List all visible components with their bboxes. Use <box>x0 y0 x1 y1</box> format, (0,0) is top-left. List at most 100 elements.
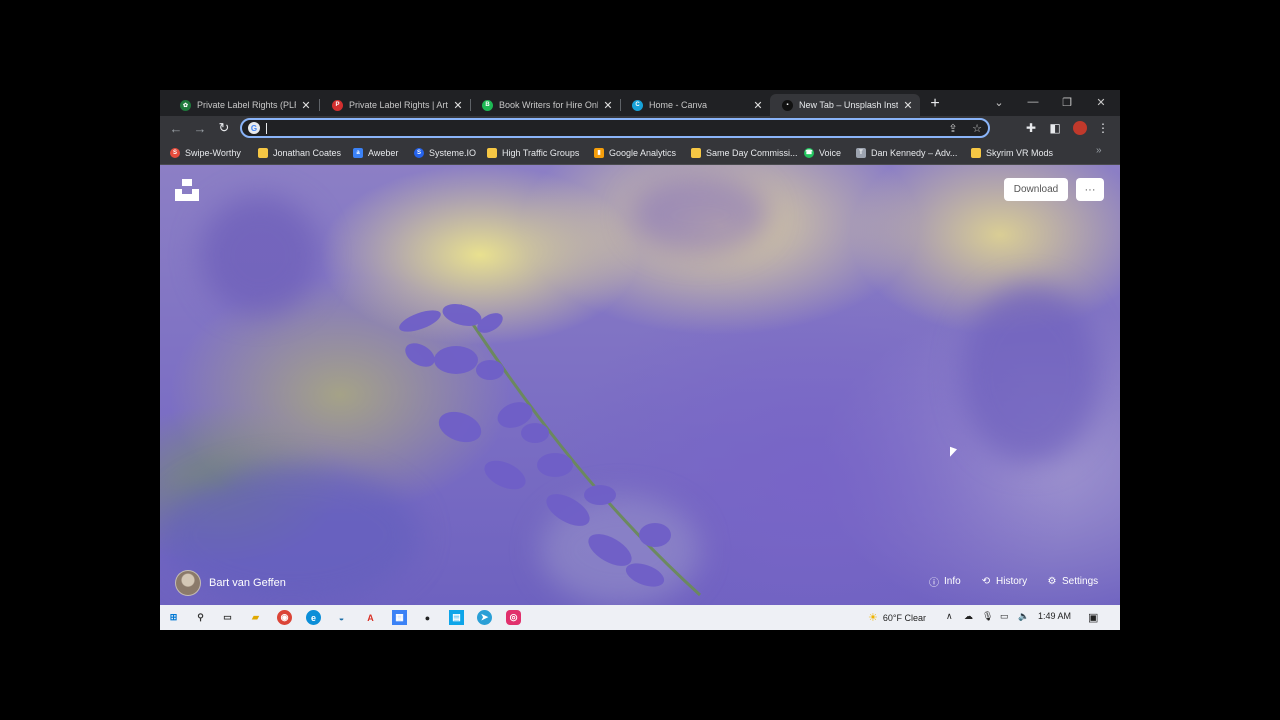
bookmark-google-analytics[interactable]: ▮ Google Analytics <box>594 146 676 159</box>
bookmark-label: Jonathan Coates <box>273 147 342 158</box>
browser-toolbar: ← → ↻ G ⇪ ☆ ✚ ◧ ⋮ <box>160 116 1120 140</box>
bookmark-skyrim-vr-mods[interactable]: Skyrim VR Mods <box>971 146 1053 159</box>
plant-icon: ✿ <box>180 99 191 111</box>
photographer-credit[interactable]: Bart van Geffen <box>175 570 286 596</box>
plr-icon: P <box>332 99 343 111</box>
more-options-button[interactable]: ··· <box>1076 178 1104 201</box>
weather-icon: ☀ <box>868 612 878 624</box>
google-icon: G <box>248 122 260 134</box>
share-icon[interactable]: ⇪ <box>946 121 960 135</box>
tab-book-writers[interactable]: B Book Writers for Hire Onl... ✕ <box>470 94 620 116</box>
forward-icon[interactable]: → <box>191 119 209 137</box>
close-icon[interactable]: ✕ <box>602 99 614 112</box>
app-icon[interactable]: ▤ <box>449 610 464 625</box>
acrobat-icon[interactable]: A <box>363 610 378 625</box>
restore-icon[interactable]: ❐ <box>1050 92 1084 112</box>
close-icon[interactable]: ✕ <box>452 99 464 112</box>
store-icon[interactable]: ▦ <box>392 610 407 625</box>
network-icon[interactable]: ▭ <box>1000 611 1009 622</box>
chrome-icon[interactable]: ◉ <box>277 610 292 625</box>
edge-icon[interactable]: e <box>306 610 321 625</box>
tab-title: New Tab – Unsplash Insta... <box>799 100 898 110</box>
file-explorer-icon[interactable]: ▰ <box>248 610 263 625</box>
back-icon[interactable]: ← <box>167 119 185 137</box>
tab-strip: ✿ Private Label Rights (PLR... ✕ P Priva… <box>160 90 1120 116</box>
canva-icon: C <box>632 99 643 111</box>
weather-widget[interactable]: ☀ 60°F Clear <box>868 611 926 624</box>
close-icon[interactable]: ✕ <box>902 99 914 112</box>
analytics-icon: ▮ <box>594 147 604 158</box>
address-input[interactable] <box>268 120 912 138</box>
download-button[interactable]: Download <box>1004 178 1068 201</box>
minimize-icon[interactable]: — <box>1016 92 1050 112</box>
lavender-flower <box>399 304 702 597</box>
history-label: History <box>996 575 1028 587</box>
close-window-icon[interactable]: ✕ <box>1084 92 1118 112</box>
bookmark-label: Voice <box>819 147 842 158</box>
menu-icon[interactable]: ⋮ <box>1094 119 1112 137</box>
book-writers-icon: B <box>482 99 493 111</box>
new-tab-button[interactable]: + <box>926 94 944 114</box>
bookmark-dan-kennedy[interactable]: T Dan Kennedy – Adv... <box>856 146 957 159</box>
microphone-icon[interactable]: 🎙 <box>982 611 993 622</box>
bookmark-label: Aweber <box>368 147 399 158</box>
clock[interactable]: 1:49 AM <box>1038 611 1071 621</box>
address-bar[interactable]: G ⇪ ☆ <box>240 118 990 138</box>
chevron-right-icon[interactable]: » <box>1096 145 1102 156</box>
aweber-icon: a <box>353 147 363 158</box>
bookmark-swipe-worthy[interactable]: S Swipe-Worthy <box>170 146 241 159</box>
onedrive-icon[interactable]: ☁ <box>964 611 973 622</box>
kennedy-icon: T <box>856 147 866 158</box>
unsplash-logo-icon[interactable] <box>175 179 199 201</box>
tab-plr-1[interactable]: ✿ Private Label Rights (PLR... ✕ <box>168 94 318 116</box>
info-link[interactable]: ⓘ Info <box>928 575 961 589</box>
folder-icon <box>487 147 497 158</box>
tray-chevron-up-icon[interactable]: ∧ <box>946 611 953 622</box>
chevron-down-icon[interactable]: ⌄ <box>982 92 1016 112</box>
bookmark-label: High Traffic Groups <box>502 147 580 158</box>
close-icon[interactable]: ✕ <box>300 99 312 112</box>
star-icon[interactable]: ☆ <box>970 121 984 135</box>
notifications-icon[interactable]: ▣ <box>1088 611 1098 624</box>
tab-title: Private Label Rights (PLR... <box>197 100 296 110</box>
windows-start-icon[interactable]: ⊞ <box>166 610 181 625</box>
bookmark-label: Dan Kennedy – Adv... <box>871 147 958 158</box>
bookmark-systeme-io[interactable]: S Systeme.IO <box>414 146 476 159</box>
tab-new-tab-unsplash[interactable]: ▪ New Tab – Unsplash Insta... ✕ <box>770 94 920 116</box>
info-icon: ⓘ <box>929 577 939 589</box>
bookmark-same-day-commissions[interactable]: Same Day Commissi... <box>691 146 798 159</box>
tab-plr-2[interactable]: P Private Label Rights | Arti... ✕ <box>320 94 470 116</box>
tab-title: Private Label Rights | Arti... <box>349 100 448 110</box>
folder-icon <box>971 147 981 158</box>
bookmark-high-traffic-groups[interactable]: High Traffic Groups <box>487 146 579 159</box>
search-icon[interactable]: ⚲ <box>193 610 208 625</box>
unsplash-icon: ▪ <box>782 99 793 111</box>
avatar[interactable] <box>1073 121 1087 135</box>
clock-time: 1:49 AM <box>1038 611 1072 621</box>
text-cursor <box>266 123 267 134</box>
bookmark-label: Google Analytics <box>609 147 677 158</box>
volume-icon[interactable]: 🔈 <box>1018 611 1029 622</box>
instagram-icon[interactable]: ◎ <box>506 610 521 625</box>
reload-icon[interactable]: ↻ <box>215 119 233 137</box>
settings-label: Settings <box>1062 575 1099 587</box>
voice-icon: ☎ <box>804 147 814 158</box>
extensions-icon[interactable]: ✚ <box>1022 119 1040 137</box>
bookmark-aweber[interactable]: a Aweber <box>353 146 398 159</box>
side-panel-icon[interactable]: ◧ <box>1046 119 1064 137</box>
close-icon[interactable]: ✕ <box>752 99 764 112</box>
avatar <box>175 570 201 596</box>
tab-canva[interactable]: C Home - Canva ✕ <box>620 94 770 116</box>
steam-icon[interactable]: ◒ <box>334 610 349 625</box>
history-icon: ⟲ <box>981 575 991 587</box>
telegram-icon[interactable]: ➤ <box>477 610 492 625</box>
bookmark-jonathan-coates[interactable]: Jonathan Coates <box>258 146 341 159</box>
media-icon[interactable]: ● <box>420 610 435 625</box>
mouse-cursor-icon <box>950 446 957 460</box>
history-link[interactable]: ⟲ History <box>980 575 1027 587</box>
bookmark-voice[interactable]: ☎ Voice <box>804 146 841 159</box>
settings-link[interactable]: ⚙ Settings <box>1046 575 1099 587</box>
folder-icon <box>691 147 701 158</box>
bookmarks-bar: S Swipe-Worthy Jonathan Coates a Aweber … <box>160 140 1120 165</box>
task-view-icon[interactable]: ▭ <box>220 610 235 625</box>
